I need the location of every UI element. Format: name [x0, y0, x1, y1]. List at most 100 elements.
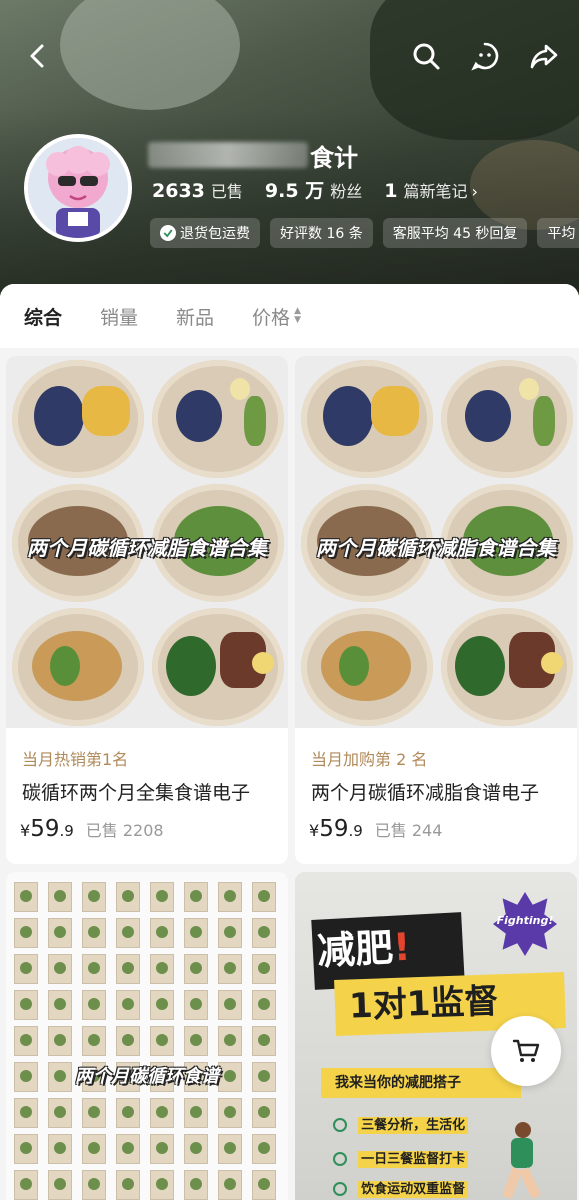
search-icon[interactable] [408, 38, 444, 74]
recipe-thumbnail [48, 882, 72, 912]
recipe-thumbnail [218, 1026, 242, 1056]
recipe-thumbnail [82, 1134, 106, 1164]
product-image: 两个月碳循环减脂食谱合集 [295, 356, 577, 728]
shop-avatar[interactable] [24, 134, 132, 242]
filter-label: 综合 [24, 306, 63, 329]
recipe-thumbnail [150, 1098, 174, 1128]
recipe-thumbnail [184, 1026, 208, 1056]
recipe-thumbnail [48, 1098, 72, 1128]
recipe-thumbnail [252, 990, 276, 1020]
promo-item-text: 饮食运动双重监督 [358, 1181, 469, 1198]
recipe-thumbnail [82, 1170, 106, 1200]
fighting-sticker: Fighting! [496, 914, 554, 927]
filter-new[interactable]: 新品 [176, 303, 214, 330]
promo-headline-mark: ! [392, 924, 412, 970]
fans-count: 9.5 万 [264, 180, 325, 202]
recipe-thumbnail [116, 882, 140, 912]
promo-headline-1: 减肥! [316, 916, 412, 976]
tag-free-return[interactable]: 退货包运费 [150, 218, 260, 248]
recipe-thumbnail [48, 990, 72, 1020]
recipe-thumbnail [82, 1098, 106, 1128]
rank-badge: 当月热销第1名 [22, 750, 129, 769]
recipe-thumbnail [218, 990, 242, 1020]
filter-sales[interactable]: 销量 [100, 303, 138, 330]
promo-headline-2: 1对1监督 [348, 981, 500, 1027]
recipe-thumbnail [252, 882, 276, 912]
sold-label: 已售 [210, 182, 243, 201]
back-icon[interactable] [20, 38, 56, 74]
price-decimal: .9 [348, 822, 363, 840]
recipe-thumbnail [14, 954, 38, 984]
recipe-thumbnail [252, 918, 276, 948]
sold-count: 已售 244 [374, 821, 443, 840]
share-icon[interactable] [526, 38, 562, 74]
product-image: 两个月碳循环减脂食谱合集 [6, 356, 288, 728]
shop-stats: 2633 已售 9.5 万 粉丝 1 篇新笔记 › [152, 176, 500, 203]
product-card[interactable]: 两个月碳循环减脂食谱合集 当月热销第1名 碳循环两个月全集食谱电子 ¥ 59 .… [6, 356, 288, 864]
recipe-thumbnail [14, 882, 38, 912]
tag-label: 平均 [547, 226, 576, 242]
recipe-thumbnail [82, 1026, 106, 1056]
recipe-thumbnail [116, 990, 140, 1020]
recipe-thumbnail [14, 1098, 38, 1128]
recipe-thumbnail [116, 1026, 140, 1056]
promo-headline-1-text: 减肥 [316, 925, 395, 974]
filter-label: 价格 [252, 306, 291, 329]
shop-tags: 退货包运费 好评数 16 条 客服平均 45 秒回复 平均 [150, 218, 579, 248]
promo-item: 一日三餐监督打卡 [333, 1148, 469, 1168]
recipe-thumbnail [14, 1026, 38, 1056]
recipe-thumbnail [252, 1134, 276, 1164]
product-card[interactable]: 两个月碳循环减脂食谱合集 当月加购第 2 名 两个月碳循环减脂食谱电子 ¥ 59… [295, 356, 577, 864]
fans-stat: 9.5 万 粉丝 [265, 176, 362, 203]
filter-price[interactable]: 价格 ▲ ▼ [252, 303, 301, 330]
recipe-thumbnail [82, 954, 106, 984]
filter-bar: 综合 销量 新品 价格 ▲ ▼ [0, 284, 579, 348]
customer-service-icon[interactable] [467, 38, 503, 74]
product-overlay-title: 两个月碳循环减脂食谱合集 [316, 536, 556, 560]
recipe-thumbnail [150, 1170, 174, 1200]
product-card[interactable]: 两个月碳循环食谱 [6, 872, 288, 1200]
recipe-thumbnail [184, 918, 208, 948]
shield-check-icon [160, 225, 176, 241]
recipe-thumbnail [252, 954, 276, 984]
cart-icon [512, 1039, 540, 1062]
notes-stat[interactable]: 1 篇新笔记 › [384, 178, 478, 202]
chevron-right-icon: › [471, 182, 478, 201]
recipe-thumbnail [218, 1098, 242, 1128]
recipe-thumbnail [116, 918, 140, 948]
blurred-shop-name [148, 142, 308, 168]
cart-button[interactable] [491, 1016, 561, 1086]
rank-badge: 当月加购第 2 名 [311, 750, 428, 769]
fans-label: 粉丝 [330, 182, 363, 201]
recipe-thumbnail [184, 990, 208, 1020]
tag-label: 退货包运费 [180, 226, 250, 242]
runner-illustration [497, 1122, 547, 1200]
recipe-thumbnail [184, 1098, 208, 1128]
recipe-thumbnail [116, 1134, 140, 1164]
check-icon [333, 1117, 347, 1132]
tag-label: 客服平均 45 秒回复 [392, 226, 518, 242]
recipe-thumbnail [150, 954, 174, 984]
recipe-thumbnail [48, 918, 72, 948]
recipe-thumbnail [252, 1026, 276, 1056]
filter-comprehensive[interactable]: 综合 [24, 303, 62, 330]
shop-header: 食计 2633 已售 9.5 万 粉丝 1 篇新笔记 › 退货包运费 好评数 1… [0, 0, 579, 300]
promo-item-text: 一日三餐监督打卡 [358, 1151, 469, 1168]
recipe-thumbnail [116, 954, 140, 984]
recipe-thumbnail [116, 1170, 140, 1200]
recipe-thumbnail [14, 990, 38, 1020]
tag-label: 好评数 16 条 [280, 226, 363, 242]
recipe-thumbnail [150, 1026, 174, 1056]
tag-response-time[interactable]: 客服平均 45 秒回复 [382, 218, 528, 248]
tag-average[interactable]: 平均 [537, 218, 579, 248]
tag-good-reviews[interactable]: 好评数 16 条 [270, 218, 373, 248]
recipe-thumbnail [14, 1170, 38, 1200]
product-overlay-title: 两个月碳循环食谱 [75, 1066, 219, 1087]
product-title: 碳循环两个月全集食谱电子 [22, 782, 251, 804]
recipe-thumbnail [184, 882, 208, 912]
filter-label: 销量 [100, 306, 139, 329]
recipe-thumbnail [184, 1134, 208, 1164]
recipe-thumbnail [218, 1170, 242, 1200]
promo-item: 饮食运动双重监督 [333, 1178, 469, 1198]
product-overlay-title: 两个月碳循环减脂食谱合集 [27, 536, 267, 560]
